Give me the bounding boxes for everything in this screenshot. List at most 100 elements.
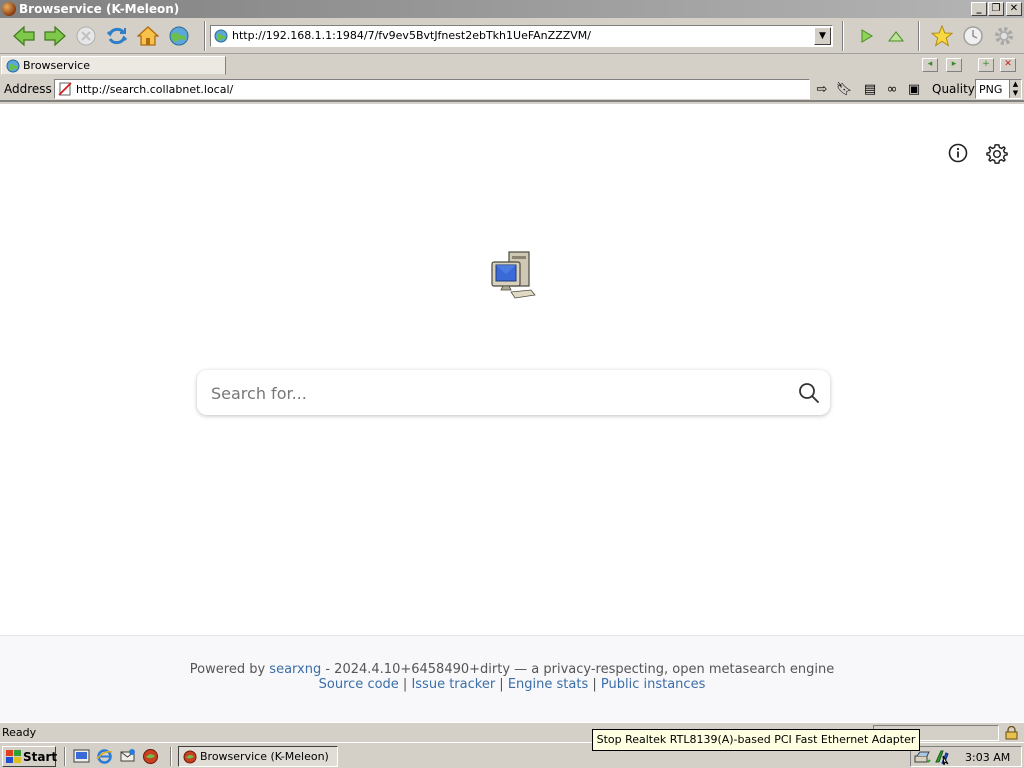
home-button[interactable] <box>134 22 162 50</box>
clipboard-button[interactable]: ▣ <box>904 79 924 99</box>
forward-icon <box>44 25 66 47</box>
footer-links: Source code | Issue tracker | Engine sta… <box>0 677 1024 692</box>
search-icon[interactable] <box>798 382 820 404</box>
insecure-page-icon <box>58 82 72 96</box>
bookmark-page-button[interactable]: 🔖︎ <box>834 79 854 99</box>
taskbar-item-browservice[interactable]: Browservice (K-Meleon) <box>178 746 338 767</box>
start-label: Start <box>23 750 58 764</box>
page-icon <box>214 29 228 43</box>
tab-nav-icon: ◂ <box>927 59 933 69</box>
address-input[interactable]: http://search.collabnet.local/ <box>54 79 810 99</box>
history-button[interactable] <box>959 22 987 50</box>
issue-tracker-link[interactable]: Issue tracker <box>411 677 495 692</box>
binoculars-icon: ∞ <box>886 81 898 97</box>
link-separator: | <box>588 677 601 692</box>
back-button[interactable] <box>10 22 38 50</box>
toolbar-separator <box>204 21 206 51</box>
find-button[interactable]: ∞ <box>882 79 902 99</box>
url-combobox[interactable]: http://192.168.1.1:1984/7/fv9ev5BvtJfnes… <box>210 25 833 47</box>
searxng-link[interactable]: searxng <box>269 662 321 677</box>
public-instances-link[interactable]: Public instances <box>601 677 705 692</box>
k-meleon-app-icon[interactable] <box>2 2 16 16</box>
windows-logo-icon <box>6 750 21 763</box>
book-icon: ▤ <box>863 81 877 97</box>
taskbar-separator <box>170 747 172 766</box>
close-button[interactable]: ✕ <box>1006 2 1022 16</box>
minimize-button[interactable]: _ <box>971 2 987 16</box>
version-text: - 2024.4.10+6458490+dirty — a privacy-re… <box>321 662 835 677</box>
reload-icon <box>106 27 128 45</box>
arrow-right-icon: ⇨ <box>816 81 828 97</box>
network-adapter-icon[interactable] <box>914 749 931 765</box>
tab-browservice[interactable]: Browservice <box>1 56 226 75</box>
navigation-toolbar: http://192.168.1.1:1984/7/fv9ev5BvtJfnes… <box>0 18 1024 54</box>
footer-powered-line: Powered by searxng - 2024.4.10+6458490+d… <box>0 662 1024 677</box>
tab-nav-icon: ▸ <box>951 59 957 69</box>
go-arrow-button[interactable]: ⇨ <box>812 79 832 99</box>
tray-tooltip: Stop Realtek RTL8139(A)-based PCI Fast E… <box>592 729 920 751</box>
new-tab-button[interactable]: + <box>978 58 994 72</box>
link-separator: | <box>398 677 412 692</box>
start-button[interactable]: Start <box>2 746 58 767</box>
play-icon <box>861 29 873 43</box>
tab-label: Browservice <box>23 59 90 72</box>
info-icon[interactable] <box>948 143 968 163</box>
clipboard-icon: ▣ <box>907 81 921 97</box>
k-meleon-app-icon <box>183 750 197 764</box>
k-meleon-quicklaunch-icon[interactable] <box>142 748 159 765</box>
stop-button[interactable] <box>72 22 100 50</box>
url-dropdown-button[interactable]: ▼ <box>814 27 831 45</box>
globe-button[interactable] <box>165 22 193 50</box>
security-lock-icon[interactable] <box>1004 726 1019 740</box>
link-separator: | <box>495 677 508 692</box>
home-icon <box>137 26 159 46</box>
source-code-link[interactable]: Source code <box>319 677 399 692</box>
taskbar-item-label: Browservice (K-Meleon) <box>200 750 329 763</box>
tab-forward-button[interactable]: ▸ <box>946 58 962 72</box>
up-arrow-icon <box>887 31 905 42</box>
system-tray: 3:03 AM <box>910 746 1022 767</box>
go-button[interactable] <box>852 22 880 50</box>
page-footer: Powered by searxng - 2024.4.10+6458490+d… <box>0 635 1024 722</box>
outlook-express-icon[interactable] <box>119 748 136 765</box>
up-button[interactable] <box>882 22 910 50</box>
gear-icon <box>995 27 1013 45</box>
toolbar-separator <box>918 21 920 51</box>
quality-value: PNG <box>979 83 1003 96</box>
address-label: Address <box>4 82 52 96</box>
address-url: http://search.collabnet.local/ <box>76 83 234 96</box>
window-title: Browservice (K-Meleon) <box>19 2 180 16</box>
quality-spinner[interactable]: ▲ ▼ <box>1009 80 1021 98</box>
reader-button[interactable]: ▤ <box>860 79 880 99</box>
search-box <box>197 370 830 415</box>
search-input[interactable] <box>211 380 781 406</box>
bookmark-icon: 🔖︎ <box>835 81 853 97</box>
globe-icon <box>169 26 189 46</box>
clock[interactable]: 3:03 AM <box>965 751 1010 764</box>
tab-back-button[interactable]: ◂ <box>922 58 938 72</box>
bookmarks-button[interactable] <box>928 22 956 50</box>
show-desktop-icon[interactable] <box>73 748 90 765</box>
close-icon: ✕ <box>1004 59 1012 69</box>
safely-remove-hardware-icon[interactable] <box>933 748 951 766</box>
url-text: http://192.168.1.1:1984/7/fv9ev5BvtJfnes… <box>232 29 591 42</box>
quality-select[interactable]: PNG ▲ ▼ <box>975 79 1022 99</box>
clock-icon <box>963 26 983 46</box>
address-toolbar: Address http://search.collabnet.local/ ⇨… <box>0 76 1024 102</box>
engine-stats-link[interactable]: Engine stats <box>508 677 588 692</box>
tab-bar: Browservice ◂ ▸ + ✕ <box>0 55 1024 75</box>
powered-by-text: Powered by <box>189 662 266 677</box>
stop-icon <box>76 26 96 46</box>
globe-icon <box>6 59 20 73</box>
preferences-button[interactable] <box>990 22 1018 50</box>
restore-button[interactable]: ❐ <box>988 2 1004 16</box>
reload-button[interactable] <box>103 22 131 50</box>
close-tab-button[interactable]: ✕ <box>1000 58 1016 72</box>
internet-explorer-icon[interactable] <box>96 748 113 765</box>
settings-gear-icon[interactable] <box>986 143 1008 165</box>
title-bar: Browservice (K-Meleon) _ ❐ ✕ <box>0 0 1024 18</box>
status-text: Ready <box>2 726 37 739</box>
computer-logo-icon <box>491 251 536 299</box>
forward-button[interactable] <box>41 22 69 50</box>
taskbar-separator <box>64 747 66 766</box>
